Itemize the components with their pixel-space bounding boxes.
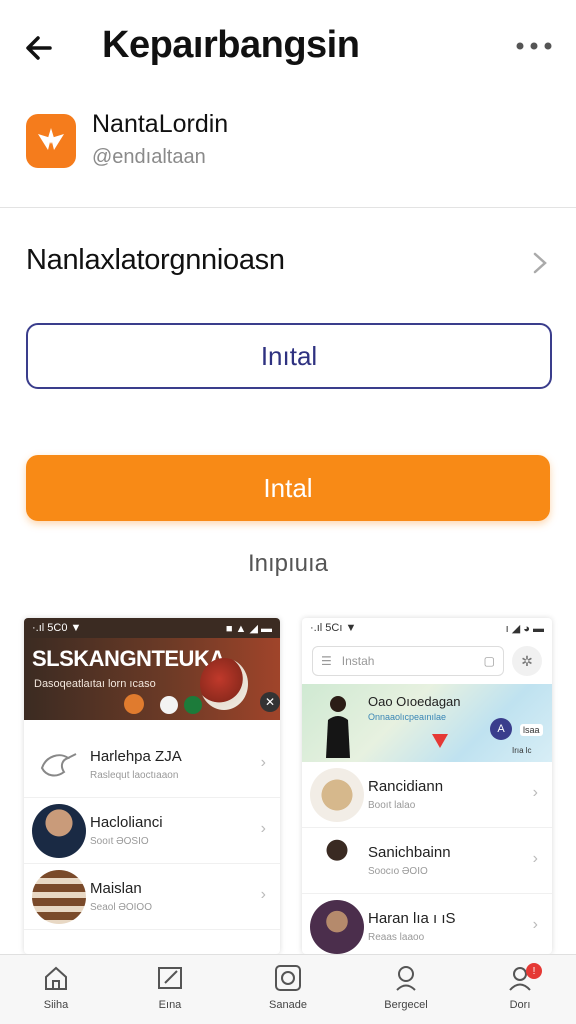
- map-badge[interactable]: A: [490, 718, 512, 740]
- map-subtitle: Onnaaolıcpeaınılae: [368, 712, 447, 722]
- nav-label: Sanade: [269, 999, 307, 1011]
- avatar: [310, 834, 364, 888]
- map-footer: Irıa lc: [512, 746, 532, 755]
- app-handle: @endıaltaan: [92, 146, 206, 168]
- map-view[interactable]: Oao Oıoedagan Onnaaolıcpeaınılae A lsaa …: [302, 684, 552, 762]
- cake-image: [32, 870, 86, 924]
- search-row: ☰ Instah ▢ ✲: [302, 638, 552, 684]
- more-options-icon[interactable]: [512, 36, 556, 56]
- square-icon: ▢: [483, 654, 495, 668]
- primary-install-button[interactable]: Intal: [26, 455, 550, 521]
- food-thumbnail-icon: [184, 696, 202, 714]
- list-item-sub: Seaol ƏOIOO: [90, 902, 152, 913]
- edit-icon: [158, 967, 182, 989]
- nav-item-profile[interactable]: ! Dorı: [480, 963, 560, 1021]
- list-item-name: Maislan: [90, 880, 142, 897]
- section-title[interactable]: Nanlaxlatorgnnioasn: [26, 244, 285, 277]
- chevron-right-icon: ›: [532, 916, 538, 933]
- chevron-right-icon: ›: [260, 754, 266, 771]
- home-icon: [45, 966, 67, 990]
- page-title: Kepaırbangsin: [102, 24, 360, 66]
- back-arrow-icon[interactable]: [20, 26, 64, 70]
- nav-item-camera[interactable]: Sanade: [248, 963, 328, 1021]
- list-item-sub: Soocıo ƏOIO: [368, 866, 428, 877]
- list-item-name: Rancidiann: [368, 778, 444, 795]
- hero-subtitle: Dasoqeatlaıtaı lorn ıcaso: [34, 678, 156, 690]
- avatar: [32, 804, 86, 858]
- map-title: Oao Oıoedagan: [368, 694, 461, 709]
- list-item[interactable]: Haran lıa ı ıS Reaas laaoo ›: [302, 894, 552, 954]
- nav-item-location[interactable]: Bergecel: [366, 963, 446, 1021]
- status-right: ■ ▲ ◢ ▬: [225, 622, 272, 635]
- nav-label: Siiha: [43, 999, 69, 1011]
- map-tag: lsaa: [520, 724, 543, 736]
- status-right: ı ◢ ◕ ▬: [505, 622, 544, 635]
- chevron-right-icon[interactable]: [530, 250, 550, 276]
- search-placeholder: Instah: [341, 654, 375, 668]
- notification-badge: !: [526, 963, 542, 979]
- chevron-right-icon: ›: [260, 820, 266, 837]
- avatar: [310, 900, 364, 954]
- status-left: ·.ıl 5C0 ▼: [32, 622, 82, 634]
- list-item-name: Sanichbainn: [368, 844, 451, 861]
- list-item-name: Haclolianci: [90, 814, 163, 831]
- secondary-install-button[interactable]: Inıtal: [26, 323, 552, 389]
- info-link[interactable]: Inıpıuıa: [0, 550, 576, 578]
- list-item-name: Harlehpa ZJA: [90, 748, 182, 765]
- camera-icon: [275, 965, 301, 991]
- hero-title: SLSKANGNTEUKA: [32, 646, 225, 671]
- food-bowl-image: [200, 658, 248, 710]
- status-bar: ·.ıl 5Cı ▼ ı ◢ ◕ ▬: [302, 618, 552, 638]
- list-item[interactable]: Maislan Seaol ƏOIOO ›: [24, 864, 280, 930]
- list-item-sub: Sooıt ƏOSIO: [90, 836, 149, 847]
- chevron-right-icon: ›: [532, 784, 538, 801]
- nav-label: Bergecel: [384, 999, 428, 1011]
- app-name: NantaLordin: [92, 110, 229, 138]
- preview-screenshot-left[interactable]: ·.ıl 5C0 ▼ ■ ▲ ◢ ▬ SLSKANGNTEUKA Dasoqea…: [24, 618, 280, 954]
- list-item[interactable]: Rancidiann Booıt lalao ›: [302, 762, 552, 828]
- list-item[interactable]: Haclolianci Sooıt ƏOSIO ›: [24, 798, 280, 864]
- play-icon[interactable]: ✕: [260, 692, 280, 712]
- status-bar: ·.ıl 5C0 ▼ ■ ▲ ◢ ▬: [24, 618, 280, 638]
- list-item-sub: Reaas laaoo: [368, 932, 425, 943]
- top-bar: Kepaırbangsin: [0, 0, 576, 96]
- status-left: ·.ıl 5Cı ▼: [310, 622, 357, 634]
- nav-item-home[interactable]: Siiha: [16, 963, 96, 1021]
- bird-icon: [32, 738, 86, 792]
- food-thumbnail-icon: [160, 696, 178, 714]
- list-item-sub: Raslequt laoctıaaon: [90, 770, 179, 781]
- search-input[interactable]: ☰ Instah ▢: [312, 646, 504, 676]
- person-icon: [326, 696, 350, 758]
- bottom-nav: Siiha Eına Sanade Bergecel ! Dorı: [0, 954, 576, 1024]
- nav-label: Eına: [158, 999, 182, 1011]
- map-pin-icon: [432, 734, 448, 748]
- list-item[interactable]: Sanichbainn Soocıo ƏOIO ›: [302, 828, 552, 894]
- list-item-name: Haran lıa ı ıS: [368, 910, 456, 927]
- settings-icon[interactable]: ✲: [512, 646, 542, 676]
- food-thumbnail-icon: [124, 694, 144, 714]
- nav-label: Dorı: [509, 999, 531, 1011]
- list-item[interactable]: Harlehpa ZJA Raslequt laoctıaaon ›: [24, 732, 280, 798]
- app-header: NantaLordin @endıaltaan: [0, 100, 576, 208]
- chevron-right-icon: ›: [532, 850, 538, 867]
- location-person-icon: [396, 966, 416, 991]
- menu-icon: ☰: [321, 654, 332, 668]
- preview-screenshot-right[interactable]: ·.ıl 5Cı ▼ ı ◢ ◕ ▬ ☰ Instah ▢ ✲ Oao Oıoe…: [302, 618, 552, 954]
- list-item-sub: Booıt lalao: [368, 800, 416, 811]
- food-image: [310, 768, 364, 822]
- hero-banner: SLSKANGNTEUKA Dasoqeatlaıtaı lorn ıcaso …: [24, 638, 280, 720]
- chevron-right-icon: ›: [260, 886, 266, 903]
- nav-item-edit[interactable]: Eına: [130, 963, 210, 1021]
- app-logo-icon: [26, 114, 76, 168]
